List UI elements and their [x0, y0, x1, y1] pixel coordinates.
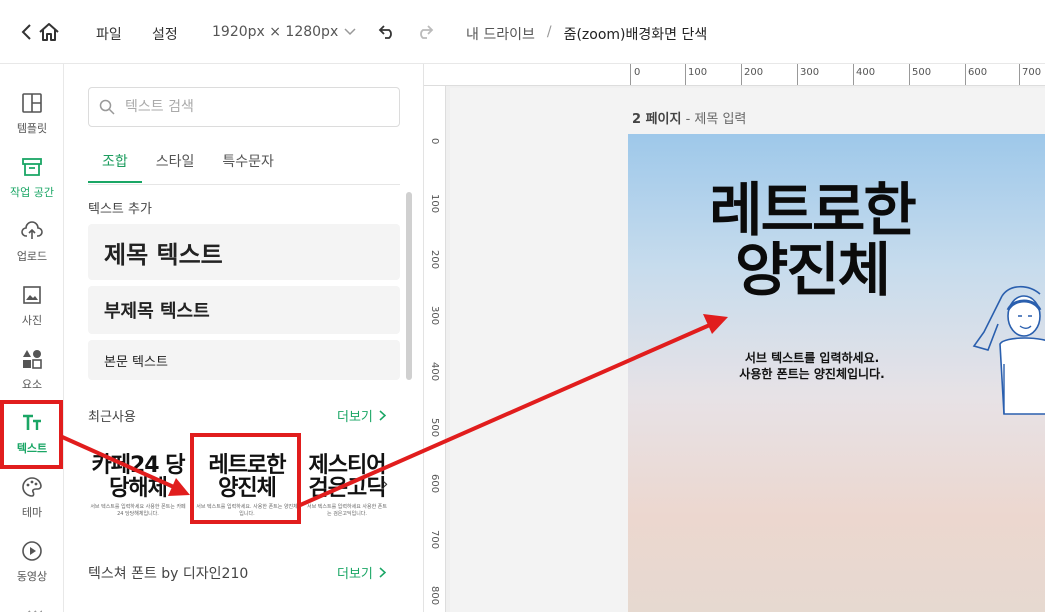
canvas-area[interactable]: 0 100 200 300 400 500 600 700 0 100 200 …	[424, 64, 1045, 612]
sidebar-item-label: 작업 공간	[10, 186, 54, 199]
menu-settings[interactable]: 설정	[152, 24, 178, 44]
back-icon[interactable]	[18, 22, 34, 42]
page-number: 2 페이지	[632, 112, 682, 127]
thumb-sub: 서브 텍스트를 입력하세요 사용한 폰트는 검은고딕입니다.	[307, 504, 387, 517]
ruler-tick-label: 800	[429, 586, 440, 606]
panel-tabs: 조합 스타일 특수문자	[88, 148, 288, 183]
ruler-tick-label: 400	[429, 362, 440, 382]
section-title-texture: 텍스쳐 폰트 by 디자인210	[88, 566, 249, 582]
thumb-title: 카페24 당당해체	[91, 453, 186, 501]
section-title-recent: 최근사용	[88, 410, 136, 425]
page-label[interactable]: 2 페이지 - 제목 입력	[632, 108, 746, 127]
sidebar-item-video[interactable]: 동영상	[0, 540, 64, 596]
ruler-tick-label: 0	[429, 138, 440, 145]
search-icon	[99, 99, 115, 115]
design-page[interactable]: 레트로한 양진체 서브 텍스트를 입력하세요. 사용한 폰트는 양진체입니다.	[628, 134, 1045, 612]
add-body-text-button[interactable]: 본문 텍스트	[88, 340, 400, 380]
top-bar: 파일 설정 1920px × 1280px 내 드라이브 / 줌(zoom)배경…	[0, 0, 1045, 64]
sub-line2: 사용한 폰트는 양진체입니다.	[739, 367, 885, 381]
more-label: 더보기	[337, 567, 373, 582]
chevron-down-icon	[344, 28, 356, 36]
sidebar-item-label: 업로드	[16, 250, 48, 263]
sub-line1: 서브 텍스트를 입력하세요.	[744, 351, 880, 365]
breadcrumb-separator: /	[546, 24, 552, 40]
subheadline-text[interactable]: 서브 텍스트를 입력하세요. 사용한 폰트는 양진체입니다.	[724, 350, 900, 382]
sidebar-item-label: 템플릿	[16, 122, 48, 135]
tab-combination[interactable]: 조합	[88, 148, 142, 183]
recent-thumb-cafe24[interactable]: 카페24 당당해체 서브 텍스트를 입력하세요 사용한 폰트는 카페24 당당해…	[88, 444, 188, 528]
carousel-next-icon[interactable]: ›	[382, 474, 388, 493]
upload-icon	[21, 221, 43, 239]
add-subtitle-text-button[interactable]: 부제목 텍스트	[88, 286, 400, 334]
sidebar-item-elements[interactable]: 요소	[0, 348, 64, 404]
sidebar-item-label: 동영상	[16, 570, 48, 583]
headline-line1: 레트로한	[709, 176, 916, 244]
headline-text[interactable]: 레트로한 양진체	[692, 180, 932, 300]
ruler-tick-label: 300	[800, 67, 820, 78]
search-input[interactable]	[125, 99, 375, 115]
texture-more-link[interactable]: 더보기	[337, 563, 386, 582]
annotation-box-thumbnail	[190, 433, 301, 524]
canvas-size-dropdown[interactable]: 1920px × 1280px	[212, 24, 356, 40]
sidebar-item-label: 요소	[21, 378, 43, 391]
photo-icon	[23, 286, 41, 304]
ruler-tick-label: 200	[744, 67, 764, 78]
sidebar-item-upload[interactable]: 업로드	[0, 220, 64, 276]
palette-icon	[22, 477, 42, 497]
breadcrumb-root[interactable]: 내 드라이브	[466, 24, 535, 44]
ruler-tick-label: 400	[856, 67, 876, 78]
sidebar-rail: 템플릿 작업 공간 업로드 사진 요소 텍스트 테마 동영상	[0, 64, 64, 612]
thumb-title: 제스티어 검은고딕	[308, 453, 387, 501]
ruler-tick-label: 700	[429, 530, 440, 550]
ruler-tick-label: 500	[912, 67, 932, 78]
chevron-right-icon	[379, 410, 386, 421]
panel-scrollbar[interactable]	[406, 192, 412, 380]
recent-more-link[interactable]: 더보기	[337, 406, 386, 425]
menu-file[interactable]: 파일	[96, 24, 122, 44]
page-title: - 제목 입력	[681, 112, 747, 127]
sidebar-item-photo[interactable]: 사진	[0, 284, 64, 340]
chevron-right-icon	[379, 567, 386, 578]
more-tools-icon[interactable]	[22, 602, 43, 612]
ruler-tick-label: 500	[429, 418, 440, 438]
elements-icon	[23, 350, 42, 369]
ruler-horizontal: 0 100 200 300 400 500 600 700	[424, 64, 1045, 86]
sidebar-item-template[interactable]: 템플릿	[0, 92, 64, 148]
redo-icon[interactable]	[416, 24, 434, 40]
ruler-tick-label: 700	[1022, 67, 1042, 78]
breadcrumb: 내 드라이브 / 줌(zoom)배경화면 단색	[466, 24, 707, 44]
sidebar-item-label: 사진	[21, 314, 43, 327]
workspace-icon	[22, 158, 42, 176]
tab-special-chars[interactable]: 특수문자	[208, 148, 288, 183]
template-icon	[22, 93, 42, 113]
ruler-tick-label: 600	[429, 474, 440, 494]
more-label: 더보기	[337, 410, 373, 425]
ruler-tick-label: 600	[968, 67, 988, 78]
add-title-text-button[interactable]: 제목 텍스트	[88, 224, 400, 280]
sidebar-item-label: 테마	[21, 506, 43, 519]
recent-thumb-black-gothic[interactable]: 제스티어 검은고딕 서브 텍스트를 입력하세요 사용한 폰트는 검은고딕입니다.	[306, 444, 388, 528]
search-box[interactable]	[88, 87, 400, 127]
person-illustration[interactable]	[944, 274, 1045, 434]
thumb-sub: 서브 텍스트를 입력하세요 사용한 폰트는 카페24 당당해체입니다.	[90, 504, 186, 517]
sidebar-item-workspace[interactable]: 작업 공간	[0, 156, 64, 212]
annotation-box-text-tool	[0, 400, 63, 469]
ruler-tick-label: 0	[634, 67, 641, 78]
undo-icon[interactable]	[378, 24, 396, 40]
canvas-size-value: 1920px × 1280px	[212, 24, 339, 40]
headline-line2: 양진체	[734, 236, 891, 304]
sidebar-item-theme[interactable]: 테마	[0, 476, 64, 532]
home-icon[interactable]	[38, 22, 60, 42]
ruler-tick-label: 200	[429, 250, 440, 270]
ruler-tick-label: 100	[429, 194, 440, 214]
tab-style[interactable]: 스타일	[142, 148, 209, 183]
ruler-tick-label: 100	[688, 67, 708, 78]
tab-divider	[88, 184, 400, 185]
breadcrumb-current[interactable]: 줌(zoom)배경화면 단색	[564, 24, 708, 44]
text-panel: 조합 스타일 특수문자 텍스트 추가 제목 텍스트 부제목 텍스트 본문 텍스트…	[64, 64, 424, 612]
video-icon	[22, 541, 42, 561]
section-title-add-text: 텍스트 추가	[88, 202, 152, 217]
ruler-vertical: 0 100 200 300 400 500 600 700 800	[424, 86, 446, 612]
ruler-tick-label: 300	[429, 306, 440, 326]
